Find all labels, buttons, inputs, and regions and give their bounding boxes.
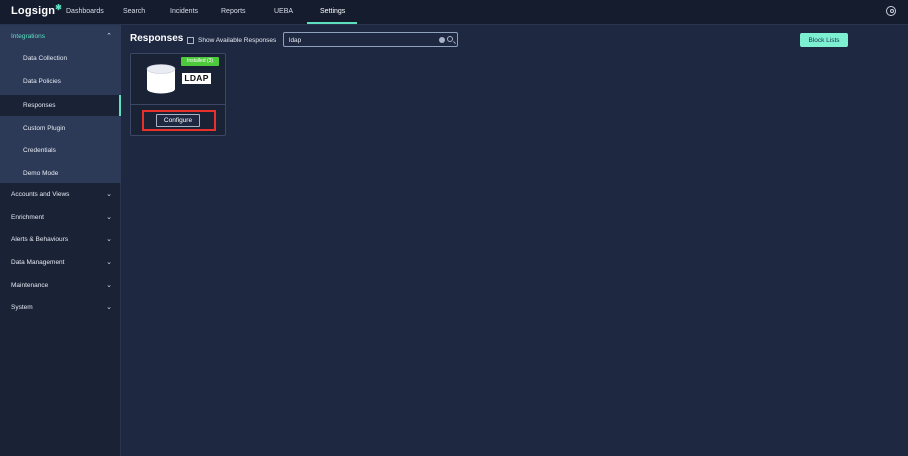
chevron-down-icon: ⌄ xyxy=(106,191,112,198)
logo-spark-icon: ✱ xyxy=(55,3,63,12)
sidebar-section-label: Maintenance xyxy=(11,282,49,289)
ldap-response-card[interactable]: Installed (3) LDAP Configure xyxy=(130,53,226,136)
nav-incidents[interactable]: Incidents xyxy=(170,8,198,15)
show-available-label[interactable]: Show Available Responses xyxy=(198,37,276,44)
sidebar-item-data-collection[interactable]: Data Collection xyxy=(0,48,121,69)
sidebar-item-responses[interactable]: Responses xyxy=(0,95,121,116)
chevron-down-icon: ⌄ xyxy=(106,282,112,289)
clear-icon[interactable] xyxy=(439,37,445,43)
search-input[interactable] xyxy=(289,35,429,45)
sidebar-item-label: Custom Plugin xyxy=(23,125,66,132)
sidebar-item-demo-mode[interactable]: Demo Mode xyxy=(0,163,121,184)
nav-settings[interactable]: Settings xyxy=(320,8,345,15)
sidebar-item-credentials[interactable]: Credentials xyxy=(0,140,121,161)
chevron-up-icon: ⌃ xyxy=(106,33,112,40)
logo[interactable]: Logsign✱ xyxy=(11,3,63,17)
page-title: Responses xyxy=(130,33,184,44)
sidebar-section-integrations[interactable]: Integrations ⌃ xyxy=(0,25,121,48)
configure-button[interactable]: Configure xyxy=(156,114,200,127)
top-navbar: Logsign✱ Dashboards Search Incidents Rep… xyxy=(0,0,908,25)
sidebar-section-label: Integrations xyxy=(11,33,45,40)
sidebar-item-label: Data Policies xyxy=(23,78,61,85)
nav-active-indicator xyxy=(307,22,357,24)
sidebar-section-label: Alerts & Behaviours xyxy=(11,236,69,243)
chevron-down-icon: ⌄ xyxy=(106,259,112,266)
sidebar-section-label: System xyxy=(11,304,33,311)
sidebar-section-accounts-and-views[interactable]: Accounts and Views ⌄ xyxy=(0,185,121,205)
show-available-checkbox[interactable] xyxy=(187,37,194,44)
sidebar-item-label: Credentials xyxy=(23,147,56,154)
sidebar-section-enrichment[interactable]: Enrichment ⌄ xyxy=(0,208,121,228)
sidebar-section-label: Enrichment xyxy=(11,214,44,221)
sidebar: Integrations ⌃ Data Collection Data Poli… xyxy=(0,25,121,456)
sidebar-section-alerts-behaviours[interactable]: Alerts & Behaviours ⌄ xyxy=(0,230,121,250)
sidebar-item-label: Demo Mode xyxy=(23,170,59,177)
ldap-logo: LDAP xyxy=(182,73,211,84)
sidebar-section-label: Data Management xyxy=(11,259,65,266)
block-lists-button[interactable]: Block Lists xyxy=(800,33,848,47)
search-icon[interactable] xyxy=(447,36,453,42)
sidebar-item-label: Data Collection xyxy=(23,55,68,62)
sidebar-item-data-policies[interactable]: Data Policies xyxy=(0,71,121,92)
nav-ueba[interactable]: UEBA xyxy=(274,8,293,15)
installed-badge: Installed (3) xyxy=(181,57,219,66)
card-divider xyxy=(131,104,225,105)
sidebar-section-data-management[interactable]: Data Management ⌄ xyxy=(0,253,121,273)
sidebar-section-maintenance[interactable]: Maintenance ⌄ xyxy=(0,276,121,296)
sidebar-section-system[interactable]: System ⌄ xyxy=(0,298,121,318)
sidebar-item-custom-plugin[interactable]: Custom Plugin xyxy=(0,118,121,139)
nav-search[interactable]: Search xyxy=(123,8,145,15)
database-icon xyxy=(146,64,176,94)
search-box xyxy=(283,32,458,47)
sidebar-item-label: Responses xyxy=(23,102,56,109)
user-profile-icon[interactable] xyxy=(886,6,896,16)
nav-reports[interactable]: Reports xyxy=(221,8,246,15)
sidebar-section-label: Accounts and Views xyxy=(11,191,70,198)
chevron-down-icon: ⌄ xyxy=(106,214,112,221)
nav-dashboards[interactable]: Dashboards xyxy=(66,8,104,15)
chevron-down-icon: ⌄ xyxy=(106,304,112,311)
integrations-submenu: Data Collection Data Policies Responses … xyxy=(0,48,121,183)
chevron-down-icon: ⌄ xyxy=(106,236,112,243)
